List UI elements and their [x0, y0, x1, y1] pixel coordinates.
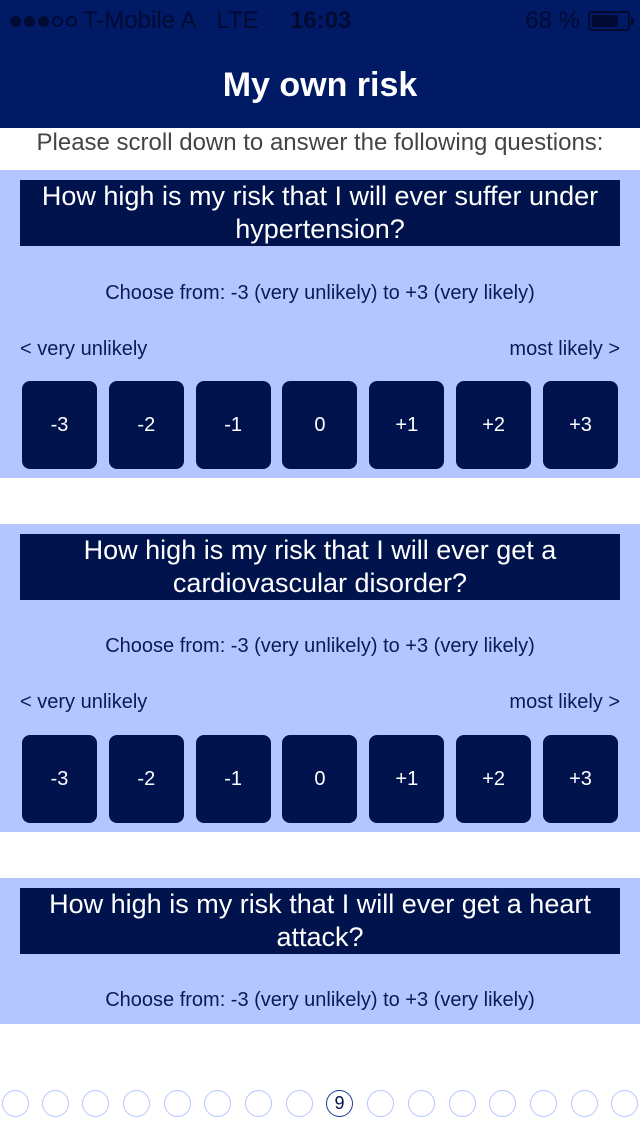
answer-options: -3 -2 -1 0 +1 +2 +3 — [22, 735, 618, 823]
option-plus-1-button[interactable]: +1 — [369, 381, 445, 469]
question-title-2: How high is my risk that I will ever get… — [20, 534, 620, 600]
page-dot[interactable] — [286, 1090, 313, 1117]
option-0-button[interactable]: 0 — [282, 735, 358, 823]
scale-hint: Choose from: -3 (very unlikely) to +3 (v… — [105, 989, 535, 1011]
scale-right-label: most likely > — [509, 338, 620, 360]
page-title: My own risk — [222, 65, 418, 104]
option-plus-3-button[interactable]: +3 — [542, 381, 618, 469]
status-right: 68 % — [525, 0, 634, 42]
option-minus-3-button[interactable]: -3 — [22, 381, 97, 469]
page-dot[interactable] — [2, 1090, 29, 1117]
page-dot[interactable] — [42, 1090, 69, 1117]
page-dot[interactable] — [164, 1090, 191, 1117]
option-plus-2-button[interactable]: +2 — [456, 381, 532, 469]
carrier-label: T-Mobile A — [83, 7, 197, 34]
option-plus-2-button[interactable]: +2 — [456, 735, 532, 823]
page-dot[interactable] — [408, 1090, 435, 1117]
nav-bar: My own risk — [0, 42, 640, 128]
scale-hint: Choose from: -3 (very unlikely) to +3 (v… — [105, 635, 535, 657]
question-card-3: How high is my risk that I will ever get… — [0, 878, 640, 1024]
option-minus-2-button[interactable]: -2 — [108, 381, 184, 469]
status-bar: T-Mobile A LTE 16:03 68 % — [0, 0, 640, 42]
option-minus-1-button[interactable]: -1 — [195, 735, 271, 823]
question-title-1: How high is my risk that I will ever suf… — [20, 180, 620, 246]
scale-left-label: < very unlikely — [20, 338, 148, 360]
scale-right-label: most likely > — [509, 691, 620, 713]
page-indicator: 9 — [0, 1090, 640, 1120]
option-plus-1-button[interactable]: +1 — [369, 735, 445, 823]
answer-options: -3 -2 -1 0 +1 +2 +3 — [22, 381, 618, 469]
option-minus-1-button[interactable]: -1 — [195, 381, 271, 469]
page-dot[interactable] — [82, 1090, 109, 1117]
battery-icon — [588, 11, 634, 31]
question-card-1: How high is my risk that I will ever suf… — [0, 170, 640, 478]
scale-left-label: < very unlikely — [20, 691, 148, 713]
scale-hint: Choose from: -3 (very unlikely) to +3 (v… — [105, 282, 535, 304]
signal-strength-icon — [10, 16, 77, 28]
page-dot[interactable] — [489, 1090, 516, 1117]
page-dot[interactable] — [367, 1090, 394, 1117]
question-card-2: How high is my risk that I will ever get… — [0, 524, 640, 832]
option-0-button[interactable]: 0 — [282, 381, 358, 469]
page-dot[interactable] — [204, 1090, 231, 1117]
status-left: T-Mobile A LTE — [10, 0, 259, 42]
intro-text: Please scroll down to answer the followi… — [36, 129, 604, 156]
page-dot[interactable] — [123, 1090, 150, 1117]
option-minus-3-button[interactable]: -3 — [22, 735, 97, 823]
page-dot[interactable] — [571, 1090, 598, 1117]
option-plus-3-button[interactable]: +3 — [542, 735, 618, 823]
page-dot[interactable] — [245, 1090, 272, 1117]
question-title-3: How high is my risk that I will ever get… — [20, 888, 620, 954]
network-label: LTE — [216, 7, 259, 34]
page-dot[interactable] — [611, 1090, 638, 1117]
battery-percent: 68 % — [525, 7, 580, 34]
page-dot-current[interactable]: 9 — [326, 1090, 353, 1117]
option-minus-2-button[interactable]: -2 — [108, 735, 184, 823]
page-dot[interactable] — [449, 1090, 476, 1117]
page-dot[interactable] — [530, 1090, 557, 1117]
status-time: 16:03 — [290, 7, 352, 34]
